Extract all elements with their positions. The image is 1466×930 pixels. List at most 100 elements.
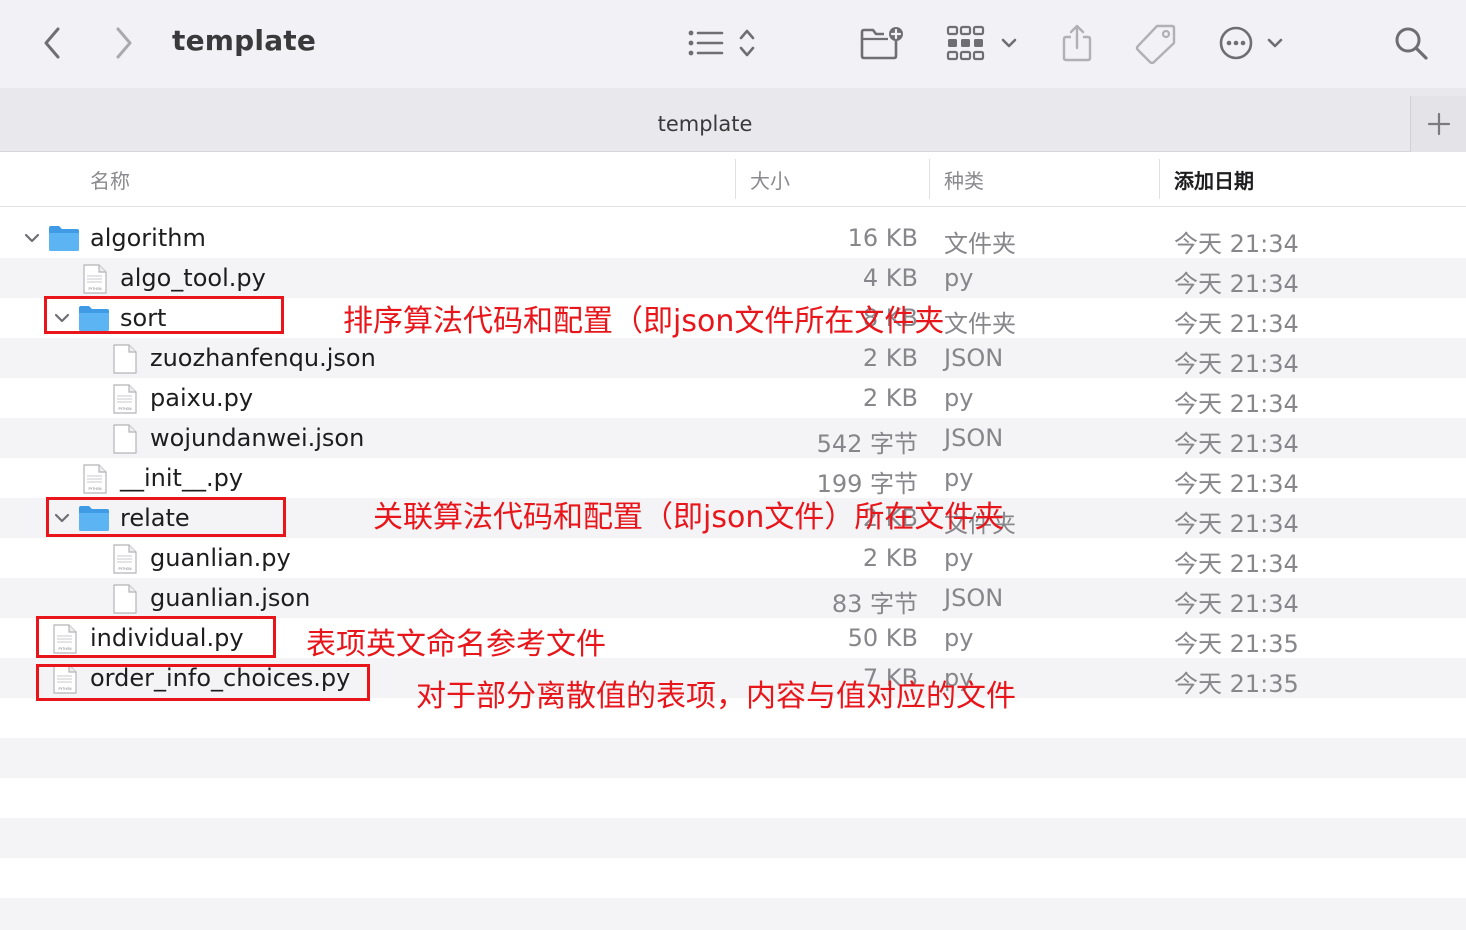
file-date: 今天 21:34: [1174, 390, 1299, 418]
file-name: wojundanwei.json: [150, 424, 365, 452]
file-name: algo_tool.py: [120, 264, 266, 292]
view-mode-button[interactable]: [680, 20, 762, 66]
empty-row: [0, 898, 1466, 930]
file-size: 4 KB: [862, 264, 918, 292]
more-icon: [1219, 26, 1283, 60]
file-kind: py: [944, 624, 974, 652]
search-button[interactable]: [1386, 20, 1436, 66]
file-size: 2 KB: [862, 544, 918, 572]
file-row[interactable]: zuozhanfenqu.json 2 KB JSON 今天 21:34: [0, 338, 1466, 378]
file-size: 16 KB: [847, 224, 918, 252]
tag-icon: [1135, 24, 1176, 64]
annotation-relate: 关联算法代码和配置（即json文件）所在文件夹: [373, 500, 1005, 535]
file-row[interactable]: guanlian.json 83 字节 JSON 今天 21:34: [0, 578, 1466, 618]
file-row[interactable]: PYTHON guanlian.py 2 KB py 今天 21:34: [0, 538, 1466, 578]
highlight-box-relate: [46, 497, 286, 537]
list-view-icon: [688, 29, 755, 57]
file-kind: 文件夹: [944, 230, 1016, 258]
json-file-icon: [113, 344, 137, 374]
more-actions-button[interactable]: [1214, 20, 1294, 66]
file-name: paixu.py: [150, 384, 254, 412]
empty-row: [0, 858, 1466, 898]
annotation-order-info: 对于部分离散值的表项，内容与值对应的文件: [416, 679, 1016, 714]
column-divider[interactable]: [1159, 159, 1160, 199]
forward-button[interactable]: [102, 20, 146, 66]
file-date: 今天 21:34: [1174, 230, 1299, 258]
file-kind: py: [944, 544, 974, 572]
highlight-box-individual: [36, 616, 276, 658]
folder-icon: [49, 226, 79, 251]
column-header-name[interactable]: 名称: [90, 165, 130, 194]
json-file-icon: [113, 584, 137, 614]
file-date: 今天 21:34: [1174, 550, 1299, 578]
chevron-right-icon: [116, 27, 132, 59]
file-date: 今天 21:34: [1174, 470, 1299, 498]
column-header-bar: 名称 大小 种类 添加日期: [0, 153, 1466, 207]
file-date: 今天 21:34: [1174, 270, 1299, 298]
file-name: guanlian.json: [150, 584, 311, 612]
column-header-date-added[interactable]: 添加日期: [1174, 165, 1254, 194]
file-date: 今天 21:34: [1174, 590, 1299, 618]
tag-button[interactable]: [1128, 20, 1184, 66]
file-name: algorithm: [90, 224, 206, 252]
new-tab-button[interactable]: [1410, 96, 1466, 152]
file-size: 542 字节: [816, 430, 918, 458]
file-size: 50 KB: [847, 624, 918, 652]
file-row[interactable]: PYTHON paixu.py 2 KB py 今天 21:34: [0, 378, 1466, 418]
column-header-size[interactable]: 大小: [750, 165, 790, 194]
highlight-box-sort: [44, 296, 284, 334]
python-badge: PYTHON: [88, 487, 102, 491]
file-name: guanlian.py: [150, 544, 291, 572]
python-badge: PYTHON: [118, 407, 132, 411]
python-file-icon: PYTHON: [113, 384, 137, 414]
json-file-icon: [113, 424, 137, 454]
column-divider[interactable]: [735, 159, 736, 199]
file-date: 今天 21:34: [1174, 310, 1299, 338]
python-file-icon: PYTHON: [83, 464, 107, 494]
file-size: 83 字节: [831, 590, 918, 618]
file-name: zuozhanfenqu.json: [150, 344, 376, 372]
file-size: 2 KB: [862, 384, 918, 412]
file-date: 今天 21:35: [1174, 670, 1299, 698]
file-date: 今天 21:34: [1174, 430, 1299, 458]
window-title: template: [172, 24, 317, 57]
new-folder-icon: [860, 27, 903, 60]
file-date: 今天 21:34: [1174, 510, 1299, 538]
share-button[interactable]: [1052, 20, 1102, 66]
highlight-box-order-info: [36, 664, 370, 701]
file-kind: py: [944, 384, 974, 412]
chevron-left-icon: [44, 27, 60, 59]
file-kind: JSON: [944, 424, 1004, 452]
group-button[interactable]: [940, 20, 1024, 66]
share-icon: [1062, 24, 1092, 62]
group-grid-icon: [946, 25, 1017, 61]
new-folder-button[interactable]: [852, 20, 912, 66]
column-header-kind[interactable]: 种类: [944, 165, 984, 194]
empty-row: [0, 778, 1466, 818]
tab-bar: template: [0, 88, 1466, 152]
back-button[interactable]: [30, 20, 74, 66]
annotation-individual: 表项英文命名参考文件: [306, 627, 606, 662]
file-row[interactable]: PYTHON algo_tool.py 4 KB py 今天 21:34: [0, 258, 1466, 298]
file-row[interactable]: algorithm 16 KB 文件夹 今天 21:34: [0, 218, 1466, 258]
toolbar: template: [0, 0, 1466, 88]
file-date: 今天 21:35: [1174, 630, 1299, 658]
file-row[interactable]: wojundanwei.json 542 字节 JSON 今天 21:34: [0, 418, 1466, 458]
file-kind: py: [944, 264, 974, 292]
annotation-sort: 排序算法代码和配置（即json文件所在文件夹: [343, 304, 945, 339]
python-badge: PYTHON: [118, 567, 132, 571]
empty-row: [0, 738, 1466, 778]
tab-template[interactable]: template: [0, 112, 1410, 136]
file-kind: JSON: [944, 344, 1004, 372]
python-badge: PYTHON: [88, 287, 102, 291]
column-divider[interactable]: [929, 159, 930, 199]
python-file-icon: PYTHON: [83, 264, 107, 294]
file-date: 今天 21:34: [1174, 350, 1299, 378]
empty-row: [0, 818, 1466, 858]
chevron-down-icon[interactable]: [24, 230, 40, 246]
file-kind: py: [944, 464, 974, 492]
file-kind: JSON: [944, 584, 1004, 612]
search-icon: [1395, 27, 1428, 60]
plus-icon: [1427, 112, 1450, 136]
file-name: __init__.py: [120, 464, 244, 492]
